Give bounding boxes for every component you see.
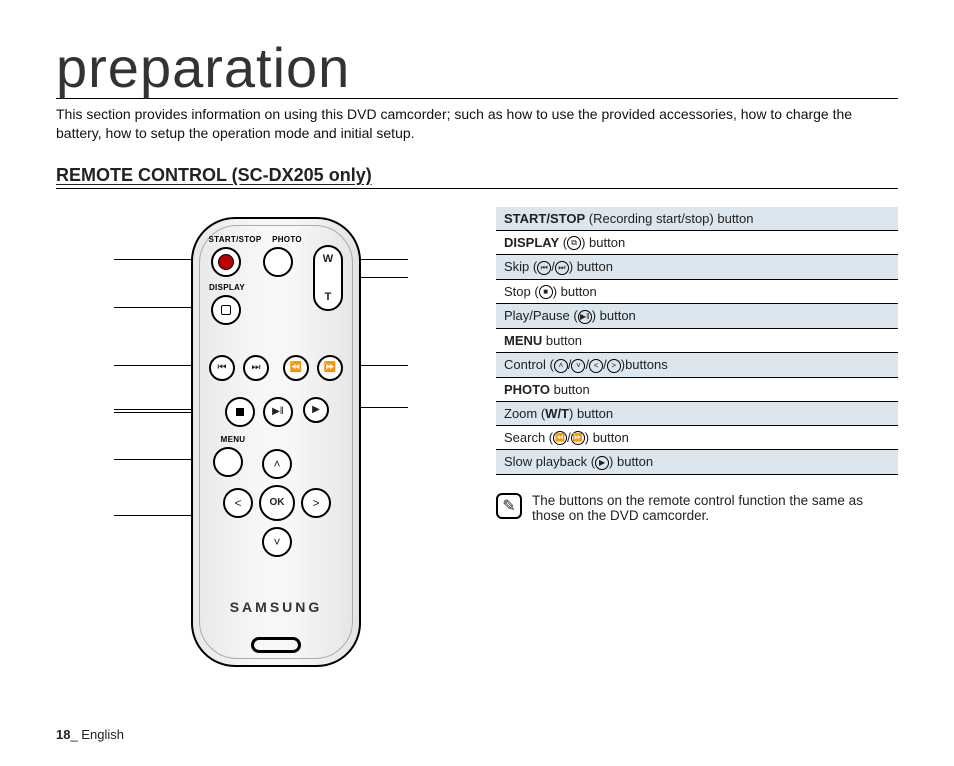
row-tail: ) button: [592, 308, 636, 323]
row-tail: ) button: [609, 454, 653, 469]
right-icon: ˃: [607, 359, 621, 373]
page-footer: 18_ English: [56, 727, 124, 742]
row-text: Search (: [504, 430, 553, 445]
row-bold: START/STOP: [504, 211, 585, 226]
dpad: ˄ ˅ ˂ ˃ OK: [223, 449, 331, 557]
skip-back-icon: ⏮: [209, 355, 235, 381]
left-icon: ˂: [589, 359, 603, 373]
row-tail: ) button: [569, 406, 613, 421]
remote-diagram: START/STOP PHOTO W T DISPLAY ⏮ ⏭ ⏪ ⏩ ▶‖ …: [56, 207, 436, 687]
row-text: Play/Pause (: [504, 308, 578, 323]
display-button-icon: [211, 295, 241, 325]
slow-icon: ▶: [595, 456, 609, 470]
skip-fwd-icon: ⏭: [555, 261, 569, 275]
slow-playback-icon: ▶: [303, 397, 329, 423]
note-text: The buttons on the remote control functi…: [532, 493, 898, 523]
page-title: preparation: [56, 40, 898, 99]
dpad-left-icon: ˂: [223, 488, 253, 518]
stop-icon: ■: [539, 285, 553, 299]
button-list-row: Control (˄/˅/˂/˃)buttons: [496, 353, 898, 378]
down-icon: ˅: [571, 359, 585, 373]
button-list-row: START/STOP (Recording start/stop) button: [496, 207, 898, 231]
note: ✎ The buttons on the remote control funct…: [496, 493, 898, 523]
row-bold: MENU: [504, 333, 542, 348]
button-list-row: Play/Pause (▶‖) button: [496, 304, 898, 329]
brand-label: SAMSUNG: [193, 599, 359, 615]
skip-back-icon: ⏮: [537, 261, 551, 275]
row-text: Skip (: [504, 259, 537, 274]
remote-body: START/STOP PHOTO W T DISPLAY ⏮ ⏭ ⏪ ⏩ ▶‖ …: [191, 217, 361, 667]
zoom-w-label: W: [323, 253, 333, 265]
playpause-icon: ▶‖: [578, 310, 592, 324]
button-list: START/STOP (Recording start/stop) button…: [496, 207, 898, 523]
label-photo: PHOTO: [267, 235, 307, 244]
search-ffwd-icon: ⏩: [317, 355, 343, 381]
display-icon: ⧉: [567, 236, 581, 250]
row-text: (: [559, 235, 567, 250]
intro-text: This section provides information on usi…: [56, 105, 898, 143]
dpad-right-icon: ˃: [301, 488, 331, 518]
row-text: Slow playback (: [504, 454, 595, 469]
dpad-up-icon: ˄: [262, 449, 292, 479]
skip-forward-icon: ⏭: [243, 355, 269, 381]
play-pause-icon: ▶‖: [263, 397, 293, 427]
page-number: 18: [56, 727, 70, 742]
button-list-row: MENU button: [496, 329, 898, 353]
label-start-stop: START/STOP: [205, 235, 265, 244]
rew-icon: ⏪: [553, 431, 567, 445]
button-list-row: Stop (■) button: [496, 280, 898, 305]
row-text: button: [550, 382, 590, 397]
button-list-row: Search (⏪/⏩) button: [496, 426, 898, 451]
button-list-row: Skip (⏮/⏭) button: [496, 255, 898, 280]
row-text: Stop (: [504, 284, 539, 299]
row-tail: ) button: [585, 430, 629, 445]
section-heading: REMOTE CONTROL (SC-DX205 only): [56, 165, 898, 189]
button-list-row: Slow playback (▶) button: [496, 450, 898, 475]
row-text: Control (: [504, 357, 554, 372]
search-rew-icon: ⏪: [283, 355, 309, 381]
zoom-wt-button-icon: W T: [313, 245, 343, 311]
zoom-t-label: T: [325, 291, 332, 303]
row-text: Zoom (: [504, 406, 545, 421]
lanyard-hole-icon: [251, 637, 301, 653]
row-tail: ) button: [569, 259, 613, 274]
up-icon: ˄: [554, 359, 568, 373]
button-list-row: PHOTO button: [496, 378, 898, 402]
start-stop-button-icon: [211, 247, 241, 277]
page-language: _ English: [70, 727, 123, 742]
note-icon: ✎: [496, 493, 522, 519]
ffwd-icon: ⏩: [571, 431, 585, 445]
photo-button-icon: [263, 247, 293, 277]
row-text: button: [542, 333, 582, 348]
dpad-ok-icon: OK: [259, 485, 295, 521]
row-text: (Recording start/stop) button: [585, 211, 753, 226]
row-tail: )buttons: [621, 357, 668, 372]
dpad-down-icon: ˅: [262, 527, 292, 557]
row-bold: DISPLAY: [504, 235, 559, 250]
button-list-row: DISPLAY (⧉) button: [496, 231, 898, 256]
stop-button-icon: [225, 397, 255, 427]
label-display: DISPLAY: [205, 283, 249, 292]
label-menu: MENU: [213, 435, 253, 444]
row-bold-mid: W/T: [545, 406, 569, 421]
row-tail: ) button: [581, 235, 625, 250]
button-list-row: Zoom (W/T) button: [496, 402, 898, 426]
row-bold: PHOTO: [504, 382, 550, 397]
row-tail: ) button: [553, 284, 597, 299]
